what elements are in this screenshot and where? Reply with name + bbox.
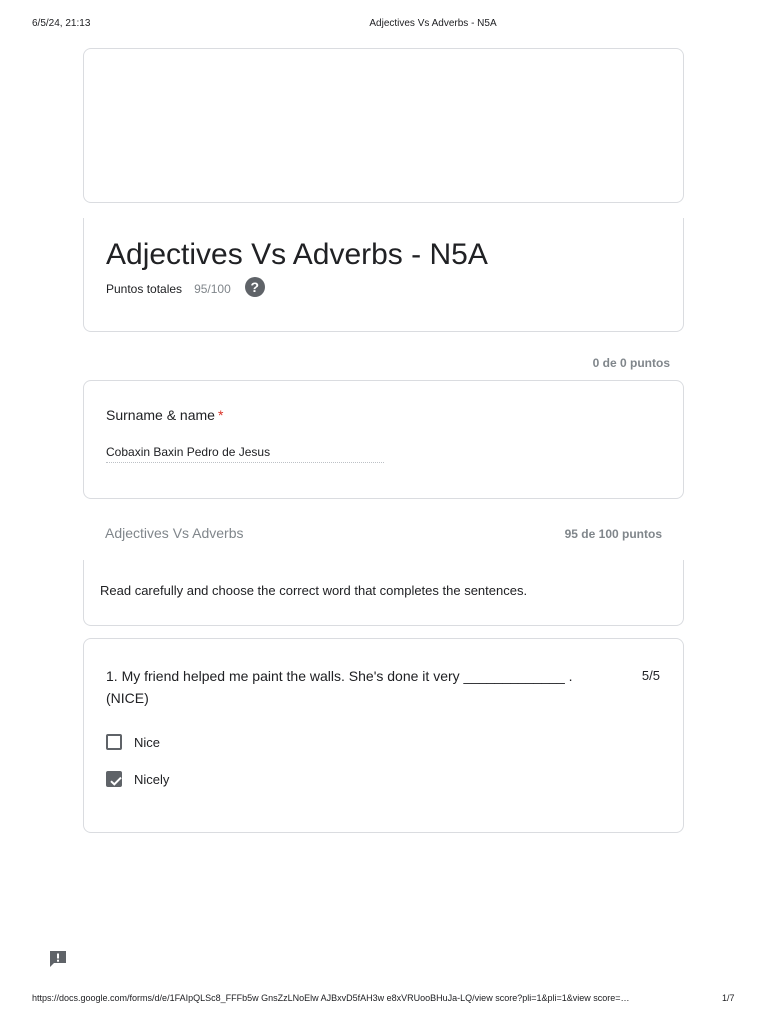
form-title: Adjectives Vs Adverbs - N5A [106, 238, 488, 271]
section-title: Adjectives Vs Adverbs [105, 525, 244, 541]
option-label: Nice [134, 734, 161, 750]
question-card-1: 1. My friend helped me paint the walls. … [83, 638, 684, 833]
help-circle-icon[interactable]: ? [244, 277, 265, 297]
section-description-card: Read carefully and choose the correct wo… [83, 560, 684, 626]
form-banner [83, 48, 684, 203]
section-2-points: 95 de 100 puntos [564, 527, 662, 541]
question-label-text: Surname & name [106, 407, 215, 423]
total-score: Puntos totales 95/100 ? [106, 277, 265, 297]
form-header-card: Adjectives Vs Adverbs - N5A Puntos total… [83, 218, 684, 332]
option-nice[interactable]: Nice [106, 734, 160, 750]
footer-url: https://docs.google.com/forms/d/e/1FAIpQ… [32, 993, 630, 1003]
question-1-text: 1. My friend helped me paint the walls. … [106, 668, 573, 706]
option-nicely[interactable]: Nicely [106, 771, 169, 787]
footer-page-number: 1/7 [722, 993, 735, 1003]
total-points-label: Puntos totales [106, 281, 183, 296]
print-title: Adjectives Vs Adverbs - N5A [369, 18, 497, 29]
checkbox-checked-icon[interactable] [106, 771, 122, 787]
answer-field: Cobaxin Baxin Pedro de Jesus [106, 445, 384, 463]
section-description: Read carefully and choose the correct wo… [100, 583, 528, 598]
question-label: Surname & name * [106, 407, 223, 423]
option-label: Nicely [134, 771, 170, 787]
total-points-value: 95/100 [194, 281, 231, 296]
section-1-points: 0 de 0 puntos [592, 356, 670, 370]
required-asterisk: * [217, 407, 224, 423]
feedback-icon[interactable] [48, 950, 68, 968]
question-card-name: Surname & name * Cobaxin Baxin Pedro de J… [83, 380, 684, 499]
checkbox-unchecked-icon[interactable] [106, 734, 122, 750]
print-header: 6/5/24, 21:13 Adjectives Vs Adverbs - N5… [0, 18, 768, 34]
question-1-score: 5/5 [641, 668, 660, 683]
